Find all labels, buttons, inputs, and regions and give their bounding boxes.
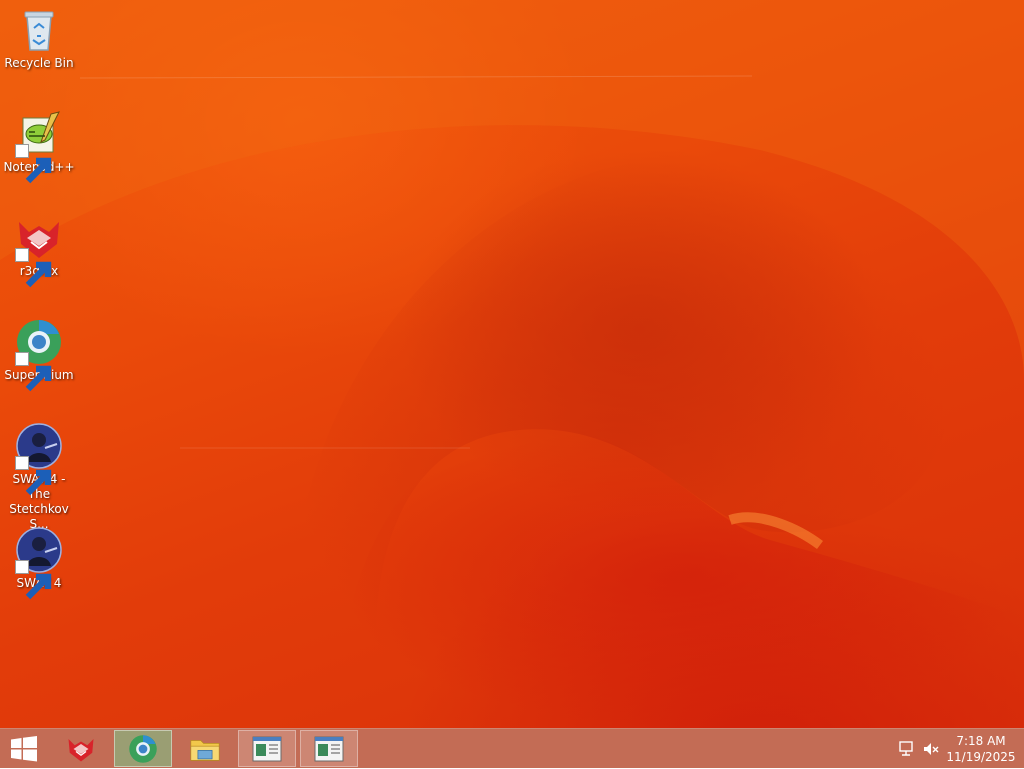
- app-window-icon: [314, 736, 344, 761]
- shortcut-arrow-icon: [15, 456, 52, 496]
- desktop-icon-supermium[interactable]: Supermium: [0, 318, 78, 392]
- wallpaper-swirl: [0, 0, 1024, 728]
- shortcut-arrow-icon: [15, 144, 52, 184]
- file-explorer-icon: [190, 739, 220, 761]
- r3dfox-icon: [68, 738, 94, 761]
- taskbar-button-window-1[interactable]: [238, 730, 296, 767]
- shortcut-arrow-icon: [15, 352, 52, 392]
- desktop-icon-swat4-stetchkov[interactable]: SWAT 4 - The Stetchkov S...: [0, 422, 78, 532]
- clock-time: 7:18 AM: [956, 734, 1006, 748]
- supermium-icon: [15, 318, 63, 392]
- desktop-icon-swat4[interactable]: SWAT 4: [0, 526, 78, 600]
- desktop-icon-label: Recycle Bin: [4, 56, 74, 70]
- clock-date: 11/19/2025: [946, 750, 1016, 764]
- desktop-icon-notepad-plus-plus[interactable]: Notepad++: [0, 110, 78, 184]
- swat4-icon: [15, 526, 63, 600]
- shortcut-arrow-icon: [15, 560, 52, 600]
- taskbar-button-supermium[interactable]: [114, 730, 172, 767]
- windows-logo-icon: [11, 736, 37, 762]
- notepad-plus-plus-icon: [15, 110, 63, 184]
- taskbar: 7:18 AM 11/19/2025: [0, 728, 1024, 768]
- system-clock[interactable]: 7:18 AM 11/19/2025: [942, 733, 1020, 765]
- app-window-icon: [252, 736, 282, 761]
- r3dfox-icon: [15, 214, 63, 288]
- volume-muted-icon[interactable]: [922, 740, 940, 758]
- desktop-icon-r3dfox[interactable]: r3dfox: [0, 214, 78, 288]
- taskbar-button-r3dfox[interactable]: [52, 730, 110, 767]
- network-icon[interactable]: [898, 740, 916, 758]
- taskbar-button-file-explorer[interactable]: [176, 730, 234, 767]
- start-button[interactable]: [0, 729, 48, 769]
- recycle-bin-icon: [15, 6, 63, 54]
- supermium-icon: [129, 734, 157, 763]
- shortcut-arrow-icon: [15, 248, 52, 288]
- swat4-expansion-icon: [15, 422, 63, 496]
- taskbar-button-window-2[interactable]: [300, 730, 358, 767]
- desktop[interactable]: Recycle Bin Notepad++ r3dfox Supermium S…: [0, 0, 1024, 728]
- desktop-icon-recycle-bin[interactable]: Recycle Bin: [0, 6, 78, 71]
